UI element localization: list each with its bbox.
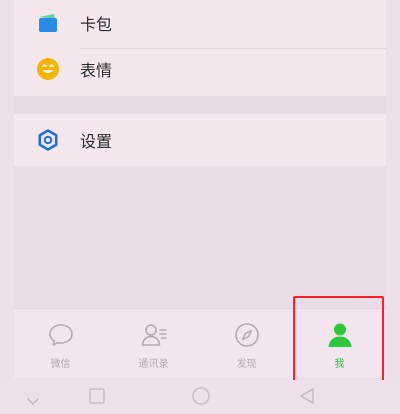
back-chevron-icon[interactable] [26,392,40,411]
menu-item-label: 卡包 [80,15,113,34]
system-nav-bar [0,380,400,414]
card-wallet-icon [36,11,60,35]
compass-icon [233,321,261,349]
emoji-smile-icon [36,57,60,81]
tab-label: 通讯录 [138,359,169,370]
back-triangle-icon[interactable] [298,387,316,409]
menu-group-settings: 设置 [14,114,386,166]
menu-item-settings[interactable]: 设置 [14,117,386,163]
menu-item-emoji[interactable]: 表情 [14,46,386,92]
tab-wechat[interactable]: 微信 [14,309,107,379]
highlight-box [293,296,384,383]
menu-item-label: 表情 [80,61,113,80]
chat-bubble-icon [47,321,75,349]
tab-discover[interactable]: 发现 [200,309,293,379]
tab-label: 微信 [50,359,71,370]
menu-group-top: 卡包 表情 [14,0,386,96]
me-page-screen: 卡包 表情 设置 微信 通讯录 发现 我 [0,0,400,414]
menu-item-label: 设置 [80,132,113,151]
recent-apps-icon[interactable] [88,387,106,409]
settings-gear-icon [36,128,60,152]
section-gap [14,96,386,114]
empty-area [14,166,386,308]
contacts-icon [140,321,168,349]
home-icon[interactable] [191,386,211,410]
menu-item-card-wallet[interactable]: 卡包 [14,0,386,46]
tab-contacts[interactable]: 通讯录 [107,309,200,379]
tab-label: 发现 [236,359,257,370]
